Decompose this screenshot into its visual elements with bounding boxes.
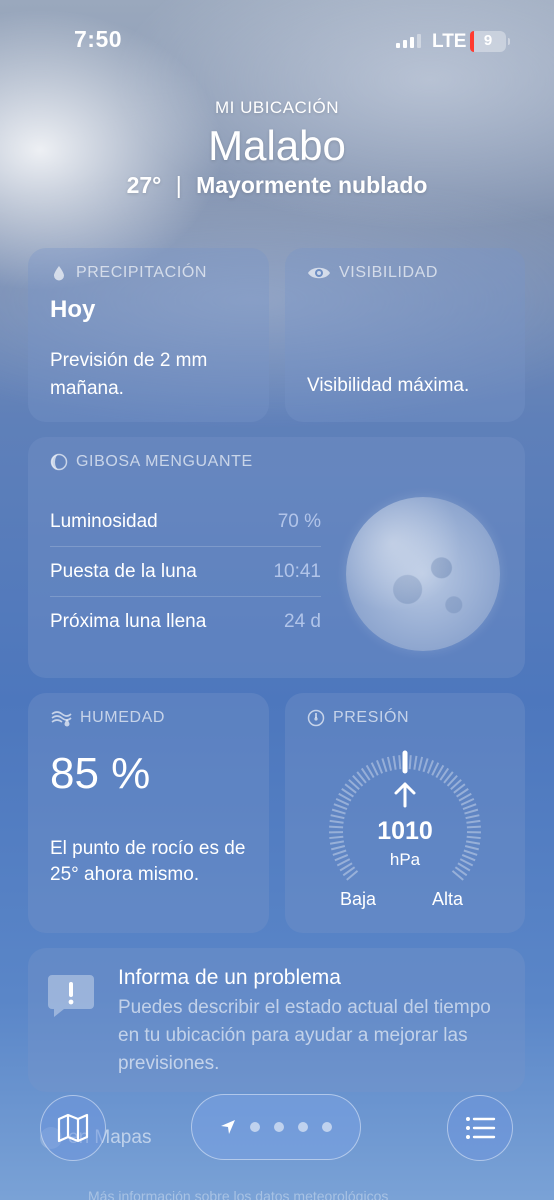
gauge-tick [392, 755, 397, 770]
moon-row-next-full-moon: Próxima luna llena 24 d [50, 597, 321, 647]
gauge-tick [386, 756, 393, 771]
humidity-title: HUMEDAD [80, 709, 166, 726]
page-dot[interactable] [322, 1122, 332, 1132]
gauge-tick [426, 760, 434, 774]
moon-card-title: GIBOSA MENGUANTE [50, 453, 253, 471]
humidity-description: El punto de rocío es de 25° ahora mismo. [50, 838, 246, 885]
pressure-card[interactable]: PRESIÓN 1010 hPa Baja Alta [285, 693, 525, 933]
report-problem-description: Puedes describir el estado actual del ti… [118, 997, 491, 1074]
gauge-tick [464, 845, 479, 851]
precipitation-card[interactable]: PRECIPITACIÓN Hoy Previsión de 2 mm maña… [28, 248, 269, 422]
humidity-icon [51, 711, 72, 727]
arrow-up-icon [394, 782, 416, 808]
report-problem-title: Informa de un problema [118, 966, 341, 989]
locations-list-button[interactable] [447, 1095, 513, 1161]
list-icon [466, 1117, 496, 1139]
location-page-indicator[interactable] [191, 1094, 361, 1160]
visibility-card-title: VISIBILIDAD [307, 264, 438, 282]
humidity-value: 85 % [50, 749, 151, 798]
moon-row-moonset: Puesta de la luna 10:41 [50, 547, 321, 597]
moon-image [346, 497, 500, 651]
moon-phase-icon [50, 453, 68, 471]
moon-row-label: Luminosidad [50, 510, 158, 532]
gauge-tick [413, 755, 418, 770]
moon-phase-card[interactable]: GIBOSA MENGUANTE Luminosidad 70 % Puesta… [28, 437, 525, 678]
location-arrow-icon [221, 1120, 235, 1134]
moon-row-value: 24 d [284, 611, 321, 632]
map-icon [57, 1113, 89, 1143]
battery-level: 9 [483, 32, 493, 49]
weather-summary: 27° | Mayormente nublado [0, 172, 554, 199]
moon-row-illumination: Luminosidad 70 % [50, 497, 321, 547]
battery-icon: 9 [470, 31, 510, 52]
moon-row-label: Próxima luna llena [50, 611, 207, 632]
exclamation-bubble-icon [48, 975, 94, 1017]
gauge-tick [381, 758, 388, 773]
moon-row-value: 10:41 [273, 560, 321, 582]
gauge-tick [422, 758, 429, 773]
gauge-tick [460, 797, 475, 806]
network-type: LTE [432, 31, 467, 52]
gauge-tick [408, 755, 412, 770]
gauge-tick [333, 803, 348, 811]
gauge-tick [398, 755, 402, 770]
gauge-tick [370, 762, 379, 776]
status-bar: 7:50 LTE 9 [0, 0, 554, 84]
map-button[interactable] [40, 1095, 106, 1161]
gauge-tick [335, 797, 350, 806]
precipitation-card-title: PRECIPITACIÓN [50, 264, 207, 282]
visibility-description: Visibilidad máxima. [307, 375, 470, 396]
gauge-tick [417, 756, 424, 771]
precipitation-headline: Hoy [50, 296, 96, 323]
gauge-tick [331, 808, 346, 815]
moon-row-value: 70 % [277, 510, 321, 532]
moon-phase-title: GIBOSA MENGUANTE [76, 453, 253, 470]
pressure-gauge [328, 750, 482, 881]
moon-row-label: Puesta de la luna [50, 560, 197, 582]
page-dot[interactable] [274, 1122, 284, 1132]
moon-details-list: Luminosidad 70 % Puesta de la luna 10:41… [50, 497, 321, 647]
gauge-tick [376, 760, 384, 774]
location-label: MI UBICACIÓN [214, 98, 340, 117]
cellular-signal-icon [396, 34, 421, 48]
visibility-card[interactable]: VISIBILIDAD Visibilidad máxima. [285, 248, 525, 422]
pressure-high-label: Alta [432, 889, 464, 909]
summary-separator: | [175, 172, 182, 198]
status-time: 7:50 [74, 26, 123, 52]
precipitation-description: Previsión de 2 mm mañana. [50, 350, 208, 399]
weather-data-info-link[interactable]: Más información sobre los datos meteorol… [88, 1188, 388, 1200]
gauge-tick [462, 803, 477, 811]
city-name: Malabo [208, 122, 346, 169]
pressure-unit: hPa [389, 850, 421, 869]
location-header: MI UBICACIÓN Malabo 27° | Mayormente nub… [0, 98, 554, 199]
precipitation-title: PRECIPITACIÓN [76, 264, 208, 281]
current-condition: Mayormente nublado [196, 172, 428, 198]
gauge-tick [464, 808, 479, 815]
report-problem-card[interactable]: Informa de un problema Puedes describir … [28, 948, 525, 1092]
pressure-low-label: Baja [340, 889, 377, 909]
page-dot[interactable] [298, 1122, 308, 1132]
raindrop-icon [54, 266, 64, 281]
humidity-card-title: HUMEDAD [50, 709, 165, 727]
gauge-tick [431, 762, 440, 776]
visibility-title: VISIBILIDAD [339, 264, 439, 281]
page-dot[interactable] [250, 1122, 260, 1132]
humidity-card[interactable]: HUMEDAD 85 % El punto de rocío es de 25°… [28, 693, 269, 933]
pressure-value: 1010 [377, 817, 433, 845]
gauge-tick [331, 845, 346, 851]
eye-icon [308, 267, 330, 279]
current-temperature: 27° [126, 172, 162, 198]
